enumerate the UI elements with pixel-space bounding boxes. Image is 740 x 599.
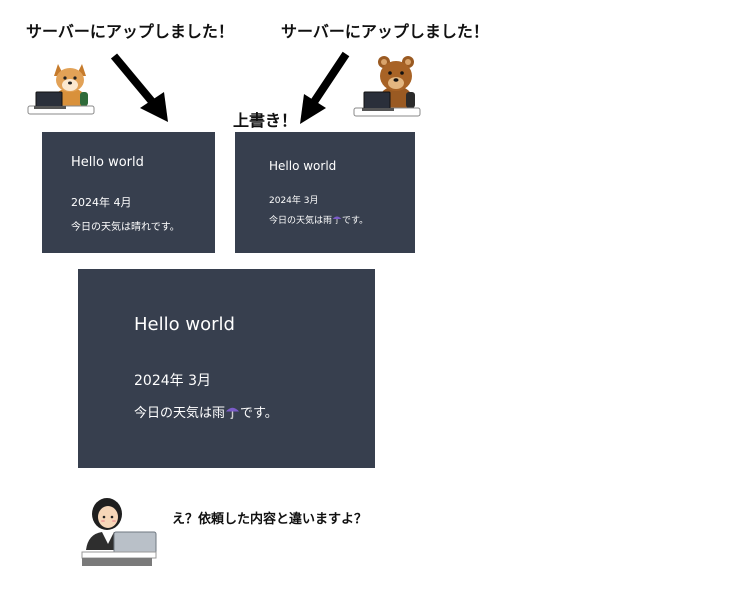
panel-weather: 今日の天気は晴れです。 <box>71 222 180 233</box>
weather-text-before: 今日の天気は雨 <box>134 406 226 421</box>
overwrite-label: 上書き！ <box>233 111 298 130</box>
arrow-down-left-icon <box>300 51 350 124</box>
dog-upload-panel: Hello world 2024年 4月 今日の天気は晴れです。 <box>42 132 215 253</box>
panel-date: 2024年 3月 <box>134 373 211 389</box>
bear-at-laptop-icon <box>353 56 421 117</box>
dog-at-laptop-icon <box>27 64 95 115</box>
panel-title: Hello world <box>269 159 337 173</box>
panel-title: Hello world <box>71 155 144 170</box>
panel-title: Hello world <box>134 314 235 335</box>
umbrella-icon <box>225 407 240 420</box>
panel-date: 2024年 3月 <box>269 196 319 206</box>
panel-weather: 今日の天気は雨 です。 <box>134 402 278 421</box>
weather-text-before: 今日の天気は雨 <box>269 216 333 226</box>
weather-text-after: です。 <box>240 406 278 421</box>
panel-weather: 今日の天気は雨 です。 <box>269 213 368 226</box>
arrow-down-right-icon <box>110 53 168 122</box>
bear-upload-caption: サーバーにアップしました！ <box>281 22 489 41</box>
client-reply-text: え？依頼した内容と違いますよ？ <box>172 512 368 527</box>
dog-upload-caption: サーバーにアップしました！ <box>26 22 234 41</box>
umbrella-icon <box>332 216 342 225</box>
weather-text-after: です。 <box>342 216 369 226</box>
server-result-panel: Hello world 2024年 3月 今日の天気は雨 です。 <box>78 269 375 468</box>
client-woman-at-laptop-icon <box>81 498 157 566</box>
panel-date: 2024年 4月 <box>71 196 132 209</box>
bear-upload-panel: Hello world 2024年 3月 今日の天気は雨 です。 <box>235 132 415 253</box>
